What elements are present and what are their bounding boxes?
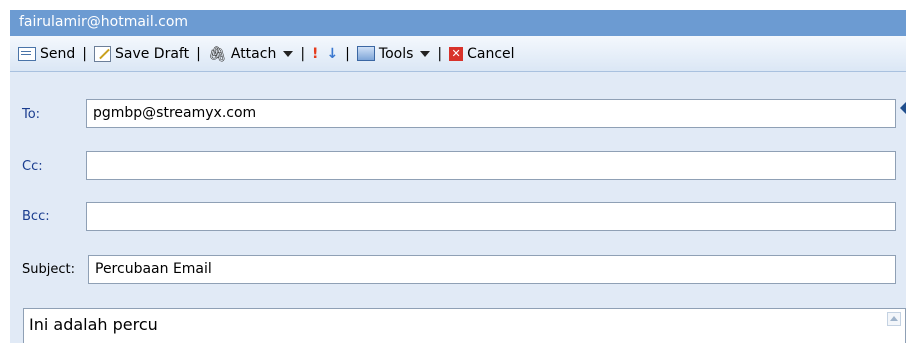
save-draft-icon [93,45,111,62]
window-title-bar: fairulamir@hotmail.com [10,10,906,36]
save-draft-label: Save Draft [114,45,190,62]
message-body-text: Ini adalah percu [29,315,158,334]
chevron-down-icon [420,50,431,57]
toolbar-separator: | [196,45,201,62]
send-icon [18,46,36,61]
chevron-down-icon [283,50,294,57]
toolbar-separator: | [437,45,443,62]
message-body[interactable]: Ini adalah percu [23,308,906,343]
tools-icon [356,46,375,61]
send-button[interactable]: Send [18,46,75,62]
toolbar-separator: | [345,45,350,62]
subject-label: Subject: [22,262,75,277]
send-label: Send [40,45,76,62]
save-draft-button[interactable]: Save Draft [93,45,190,62]
scroll-up-arrow-icon[interactable] [887,312,901,326]
cancel-icon: ✕ [449,46,464,61]
paperclip-icon: 🖇 [207,44,227,63]
compose-form: To: pgmbp@streamyx.com Cc: Bcc: Subject:… [10,72,906,343]
cancel-button[interactable]: ✕ Cancel [449,45,515,62]
toolbar-separator: | [300,45,306,62]
window-title: fairulamir@hotmail.com [19,14,189,30]
compose-toolbar: Send | Save Draft | 🖇 Attach | ! ↓ | Too… [10,36,906,72]
cancel-label: Cancel [467,45,515,62]
tools-button[interactable]: Tools [356,45,431,62]
to-field[interactable]: pgmbp@streamyx.com [86,99,896,128]
low-importance-button[interactable]: ↓ [326,46,338,62]
compose-window: fairulamir@hotmail.com Send | Save Draft… [0,0,906,343]
bcc-label[interactable]: Bcc: [22,209,50,224]
cc-field[interactable] [86,151,896,180]
bcc-field[interactable] [86,202,896,231]
attach-button[interactable]: 🖇 Attach [208,46,294,62]
down-arrow-icon: ↓ [326,45,339,62]
high-importance-button[interactable]: ! [312,46,318,62]
attach-label: Attach [230,45,277,62]
tools-label: Tools [378,45,414,62]
cc-label[interactable]: Cc: [22,159,43,174]
to-field-indicator [900,102,906,114]
exclamation-icon: ! [312,45,319,62]
subject-field[interactable]: Percubaan Email [88,255,896,284]
to-label[interactable]: To: [22,107,40,122]
toolbar-separator: | [82,45,87,62]
